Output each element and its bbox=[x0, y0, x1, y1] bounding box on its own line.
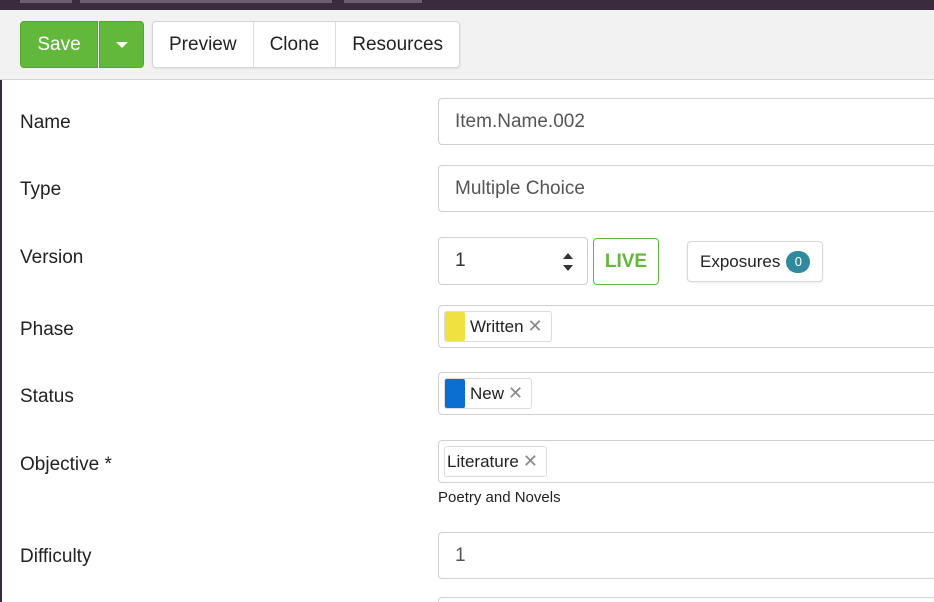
remove-tag-icon[interactable]: ✕ bbox=[528, 316, 543, 337]
phase-label: Phase bbox=[20, 319, 74, 340]
type-input[interactable]: Multiple Choice bbox=[438, 165, 934, 212]
phase-color-swatch bbox=[445, 312, 465, 341]
difficulty-label: Difficulty bbox=[20, 546, 92, 567]
objective-tag-chip: Literature ✕ bbox=[444, 446, 547, 477]
save-button[interactable]: Save bbox=[20, 21, 98, 68]
exposures-count-badge: 0 bbox=[786, 250, 811, 273]
type-label: Type bbox=[20, 179, 62, 200]
status-label: Status bbox=[20, 386, 74, 407]
preview-button[interactable]: Preview bbox=[153, 22, 254, 67]
toolbar-button-group: Preview Clone Resources bbox=[152, 21, 461, 68]
left-border bbox=[0, 80, 2, 602]
version-value: 1 bbox=[455, 250, 466, 271]
exposures-button[interactable]: Exposures 0 bbox=[687, 241, 823, 282]
action-toolbar: Save Preview Clone Resources bbox=[0, 10, 934, 80]
select-arrows-icon bbox=[563, 253, 573, 271]
next-field-edge[interactable] bbox=[438, 597, 934, 602]
remove-tag-icon[interactable]: ✕ bbox=[523, 451, 538, 472]
remove-tag-icon[interactable]: ✕ bbox=[508, 383, 523, 404]
version-label: Version bbox=[20, 247, 84, 268]
nav-stub bbox=[344, 0, 422, 3]
phase-tag-label: Written bbox=[470, 316, 524, 336]
status-tag-chip: New ✕ bbox=[444, 378, 533, 409]
status-color-swatch bbox=[445, 379, 465, 408]
difficulty-input[interactable]: 1 bbox=[438, 532, 934, 579]
save-options-dropdown-button[interactable] bbox=[99, 21, 144, 68]
live-status-badge: LIVE bbox=[593, 238, 659, 285]
objective-label: Objective * bbox=[20, 454, 112, 475]
nav-stub bbox=[80, 0, 332, 3]
name-input[interactable]: Item.Name.002 bbox=[438, 98, 934, 145]
version-select[interactable]: 1 bbox=[438, 237, 588, 285]
objective-tag-input[interactable]: Literature ✕ bbox=[438, 440, 934, 483]
top-nav-bar bbox=[0, 0, 934, 10]
name-label: Name bbox=[20, 112, 71, 133]
caret-down-icon bbox=[115, 41, 128, 48]
resources-button[interactable]: Resources bbox=[336, 22, 459, 67]
status-tag-label: New bbox=[470, 383, 505, 403]
objective-hint: Poetry and Novels bbox=[438, 489, 561, 506]
phase-tag-chip: Written ✕ bbox=[444, 311, 552, 342]
nav-stub bbox=[20, 0, 72, 3]
objective-tag-label: Literature bbox=[447, 451, 519, 471]
exposures-label: Exposures bbox=[700, 251, 781, 271]
clone-button[interactable]: Clone bbox=[254, 22, 337, 67]
phase-tag-input[interactable]: Written ✕ bbox=[438, 305, 934, 348]
status-tag-input[interactable]: New ✕ bbox=[438, 372, 934, 415]
